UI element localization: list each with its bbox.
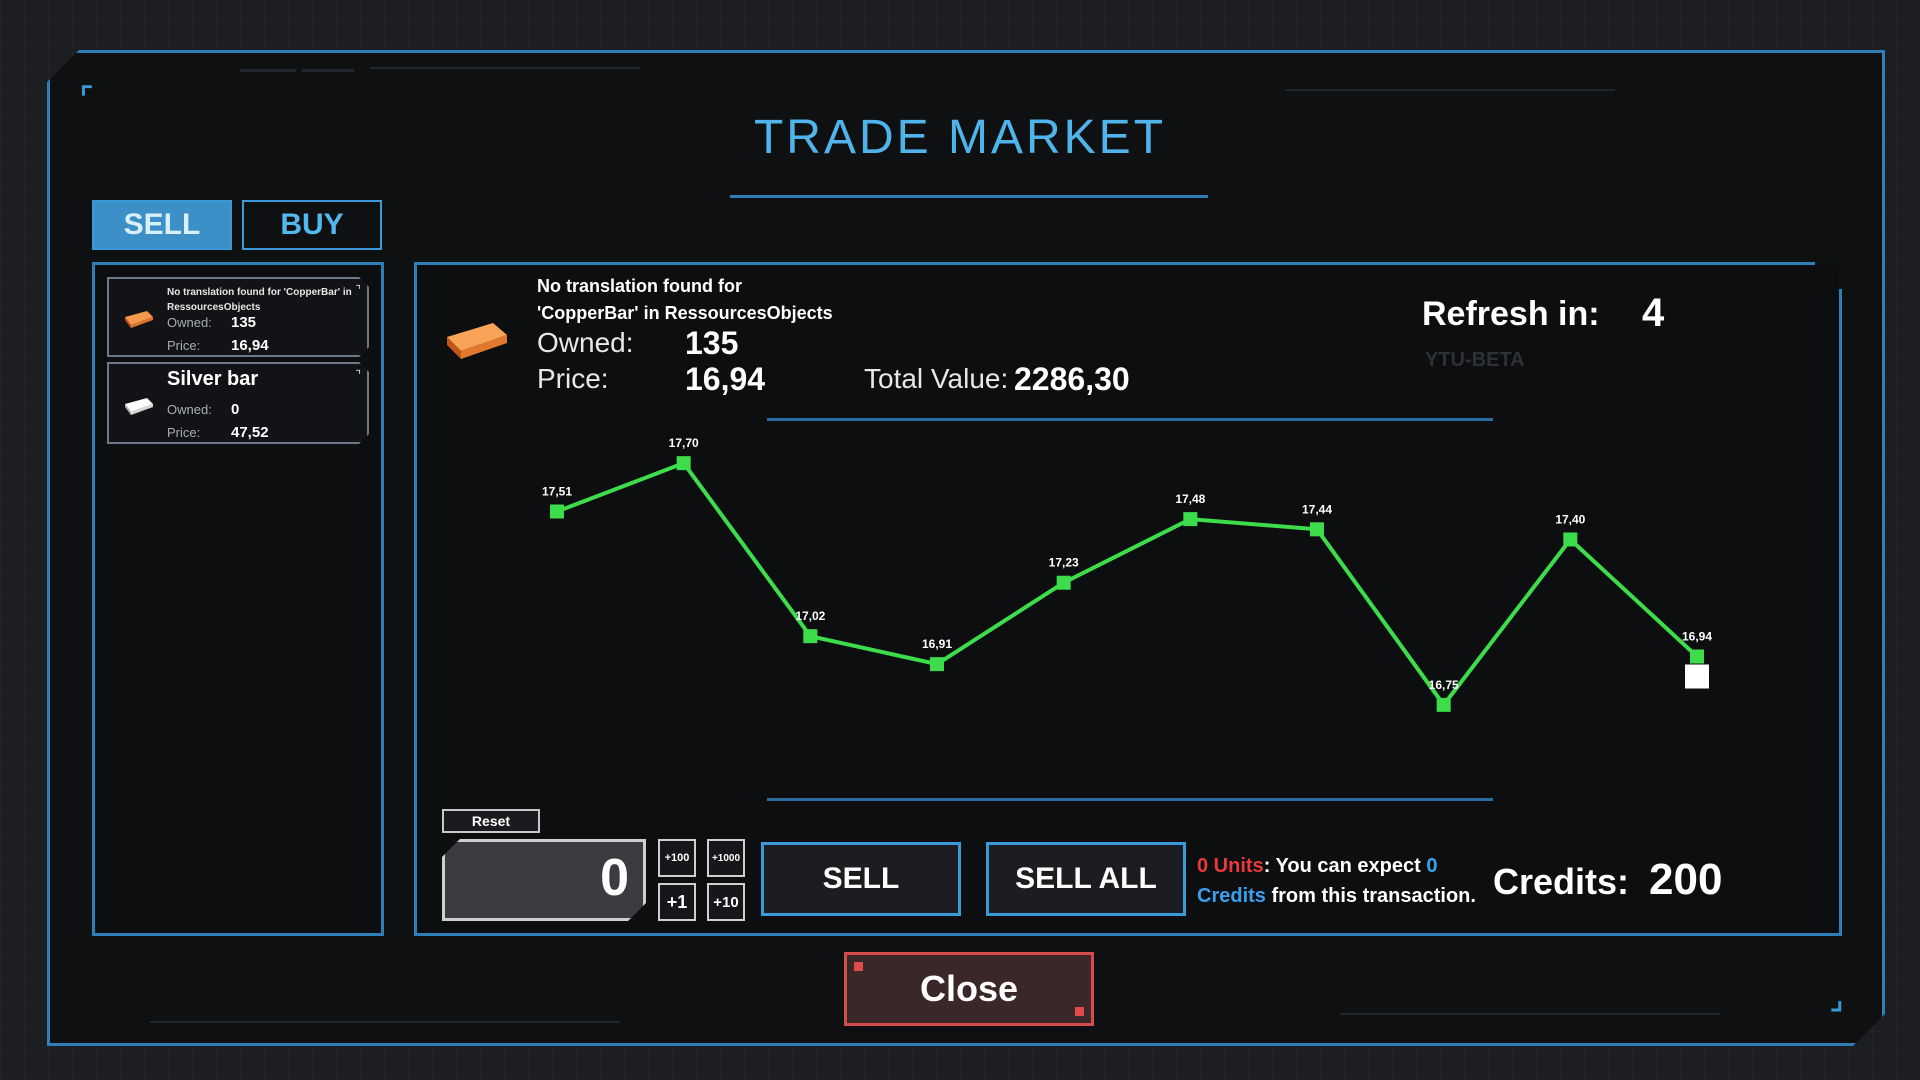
add-100-button[interactable]: +100 xyxy=(658,839,696,877)
data-label: 17,70 xyxy=(669,436,699,450)
item-name: Silver bar xyxy=(167,368,259,390)
list-item-copper-bar[interactable]: No translation found for 'CopperBar' in … xyxy=(107,277,369,357)
owned-value: 135 xyxy=(231,314,257,331)
tab-buy[interactable]: BUY xyxy=(242,200,382,250)
price-label: Price: xyxy=(167,338,201,353)
tab-sell[interactable]: SELL xyxy=(92,200,232,250)
add-1-button[interactable]: +1 xyxy=(658,883,696,921)
title-underline xyxy=(730,195,1208,198)
corner-bracket-icon: ⌟ xyxy=(1830,984,1844,1015)
frame-decor-line xyxy=(370,67,640,69)
data-point xyxy=(803,629,818,644)
data-point xyxy=(1436,697,1451,712)
credits-word: Credits xyxy=(1197,885,1266,907)
data-label: 16,75 xyxy=(1429,678,1459,692)
frame-decor-line xyxy=(150,1021,620,1023)
item-detail-panel: No translation found for 'CopperBar' in … xyxy=(414,262,1842,936)
list-item-silver-bar[interactable]: Silver bar Owned: 0 Price: 47,52 ⌝ xyxy=(107,362,369,444)
data-label: 17,51 xyxy=(542,484,572,498)
page-title: TRADE MARKET xyxy=(753,111,1167,164)
copper-ingot-icon xyxy=(121,307,155,329)
data-point xyxy=(550,504,564,519)
data-label: 17,48 xyxy=(1175,492,1205,506)
data-label: 16,94 xyxy=(1682,630,1712,644)
quantity-input[interactable]: 0 xyxy=(442,839,646,921)
price-history-chart: 17,51 17,70 17,02 16,91 17,23 17,48 17,44 16,75… xyxy=(542,436,1712,712)
frame-decor-line xyxy=(302,69,354,72)
corner-arrow-icon: ⌝ xyxy=(355,368,361,382)
close-button[interactable]: Close xyxy=(844,952,1094,1026)
expected-credits: 0 xyxy=(1426,855,1438,877)
data-label: 17,02 xyxy=(795,609,825,623)
corner-dot xyxy=(854,962,863,971)
units-count: 0 Units xyxy=(1197,855,1264,877)
data-point xyxy=(676,456,691,471)
from-text: from this transaction. xyxy=(1265,885,1476,907)
close-label: Close xyxy=(919,968,1019,1009)
reset-button[interactable]: Reset xyxy=(442,809,540,833)
sell-all-button[interactable]: SELL ALL xyxy=(986,842,1186,916)
credits-label: Credits: xyxy=(1493,861,1630,902)
silver-ingot-icon xyxy=(121,394,155,416)
credits-value: 200 xyxy=(1649,855,1723,904)
price-value: 47,52 xyxy=(231,424,269,441)
data-label: 16,91 xyxy=(922,637,952,651)
data-point xyxy=(1690,649,1704,664)
data-label: 17,23 xyxy=(1049,556,1079,570)
add-1000-button[interactable]: +1000 xyxy=(707,839,745,877)
frame-decor-line xyxy=(1285,89,1615,91)
corner-dot xyxy=(1075,1007,1084,1016)
quantity-value: 0 xyxy=(600,849,629,907)
expect-text: : You can expect xyxy=(1263,855,1427,877)
data-point xyxy=(1310,522,1324,537)
item-list-panel: No translation found for 'CopperBar' in … xyxy=(92,262,384,936)
owned-label: Owned: xyxy=(167,315,212,330)
sell-button[interactable]: SELL xyxy=(761,842,961,916)
item-name: No translation found for 'CopperBar' in … xyxy=(167,287,352,313)
price-label: Price: xyxy=(167,425,201,440)
data-point xyxy=(930,657,944,672)
frame-decor-line xyxy=(240,69,296,72)
data-point xyxy=(1563,532,1578,547)
divider xyxy=(767,798,1493,801)
owned-label: Owned: xyxy=(167,402,212,417)
frame-decor-line xyxy=(1340,1013,1720,1015)
data-label: 17,40 xyxy=(1555,512,1585,526)
add-10-button[interactable]: +10 xyxy=(707,883,745,921)
series-line xyxy=(556,460,1699,709)
data-point xyxy=(1183,512,1198,527)
transaction-summary: 0 Units: You can expect 0 Credits from t… xyxy=(1197,851,1497,911)
price-value: 16,94 xyxy=(231,337,269,354)
data-point xyxy=(1056,575,1071,590)
current-price-marker xyxy=(1685,664,1709,689)
data-label: 17,44 xyxy=(1302,502,1332,516)
corner-arrow-icon: ⌝ xyxy=(355,283,361,297)
owned-value: 0 xyxy=(231,401,240,418)
